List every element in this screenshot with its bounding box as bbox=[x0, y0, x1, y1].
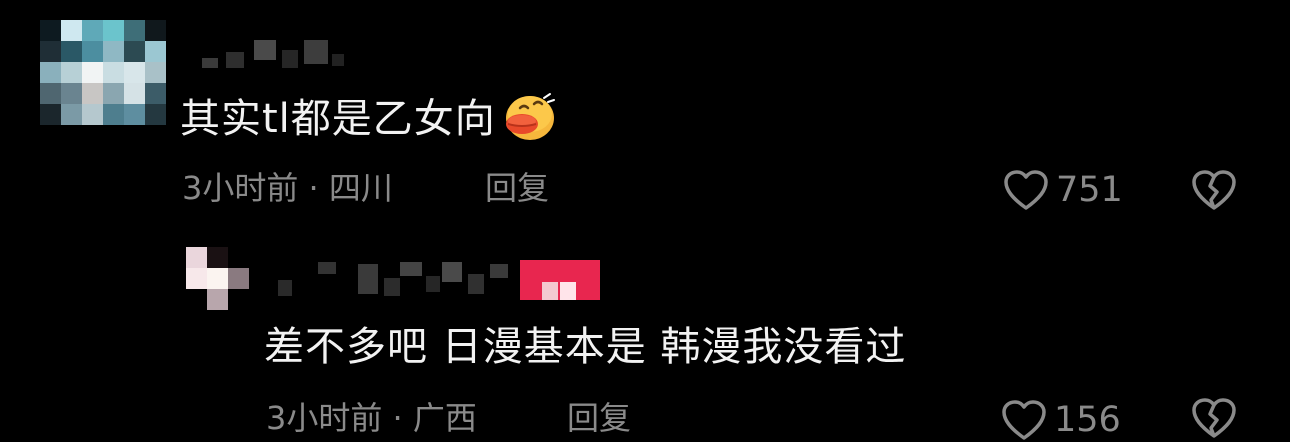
avatar-pixel bbox=[103, 104, 124, 125]
avatar-pixel bbox=[124, 104, 145, 125]
avatar-pixel bbox=[103, 83, 124, 104]
like-count: 156 bbox=[1054, 400, 1121, 440]
avatar-pixel bbox=[103, 62, 124, 83]
timestamp: 3小时前 bbox=[266, 399, 383, 437]
avatar-pixel bbox=[145, 41, 166, 62]
avatar-pixel bbox=[186, 289, 207, 310]
avatar-pixel bbox=[82, 83, 103, 104]
avatar-pixel bbox=[40, 41, 61, 62]
avatar-pixel bbox=[124, 41, 145, 62]
broken-heart-icon[interactable] bbox=[1190, 396, 1238, 440]
reply-button[interactable]: 回复 bbox=[485, 168, 549, 208]
avatar-pixel bbox=[145, 20, 166, 41]
avatar-pixel bbox=[103, 20, 124, 41]
avatar-pixel bbox=[40, 62, 61, 83]
avatar-pixel bbox=[103, 41, 124, 62]
avatar-pixel bbox=[207, 247, 228, 268]
avatar-pixel bbox=[82, 104, 103, 125]
comment-text: 其实tl都是乙女向 bbox=[180, 93, 556, 146]
avatar-pixel bbox=[61, 83, 82, 104]
avatar-pixel bbox=[186, 247, 207, 268]
duck-lips-emoji-icon bbox=[505, 93, 555, 140]
avatar-pixel bbox=[61, 104, 82, 125]
avatar-pixel bbox=[82, 41, 103, 62]
meta-separator: · bbox=[308, 169, 319, 207]
avatar-pixel bbox=[207, 289, 228, 310]
avatar-pixel bbox=[61, 41, 82, 62]
comment-meta: 3小时前 · 广西 bbox=[266, 398, 477, 438]
avatar[interactable] bbox=[40, 20, 166, 125]
username-redacted[interactable] bbox=[196, 34, 346, 74]
avatar-pixel bbox=[207, 268, 228, 289]
avatar-pixel bbox=[82, 20, 103, 41]
meta-separator: · bbox=[392, 399, 403, 437]
avatar-pixel bbox=[40, 20, 61, 41]
avatar-pixel bbox=[61, 20, 82, 41]
heart-outline-icon bbox=[1004, 170, 1048, 210]
avatar-pixel bbox=[124, 62, 145, 83]
avatar-pixel bbox=[40, 104, 61, 125]
avatar[interactable] bbox=[186, 247, 249, 310]
comment-body: 其实tl都是乙女向 bbox=[180, 96, 496, 142]
user-badge bbox=[520, 260, 600, 300]
avatar-pixel bbox=[40, 83, 61, 104]
avatar-pixel bbox=[228, 289, 249, 310]
avatar-pixel bbox=[228, 268, 249, 289]
avatar-pixel bbox=[228, 247, 249, 268]
like-button[interactable]: 156 bbox=[1000, 398, 1121, 442]
timestamp: 3小时前 bbox=[182, 169, 299, 207]
avatar-pixel bbox=[124, 83, 145, 104]
location: 四川 bbox=[328, 169, 393, 207]
avatar-pixel bbox=[124, 20, 145, 41]
avatar-pixel bbox=[186, 268, 207, 289]
username-redacted[interactable] bbox=[278, 258, 510, 298]
comment-text: 差不多吧 日漫基本是 韩漫我没看过 bbox=[264, 324, 907, 370]
location: 广西 bbox=[412, 399, 477, 437]
like-button[interactable]: 751 bbox=[1002, 168, 1123, 212]
avatar-pixel bbox=[145, 104, 166, 125]
broken-heart-icon[interactable] bbox=[1190, 168, 1238, 212]
avatar-pixel bbox=[61, 62, 82, 83]
like-count: 751 bbox=[1056, 170, 1123, 210]
avatar-pixel bbox=[145, 62, 166, 83]
avatar-pixel bbox=[145, 83, 166, 104]
heart-outline-icon bbox=[1002, 400, 1046, 440]
reply-button[interactable]: 回复 bbox=[567, 398, 631, 438]
avatar-pixel bbox=[82, 62, 103, 83]
comment-meta: 3小时前 · 四川 bbox=[182, 168, 393, 208]
